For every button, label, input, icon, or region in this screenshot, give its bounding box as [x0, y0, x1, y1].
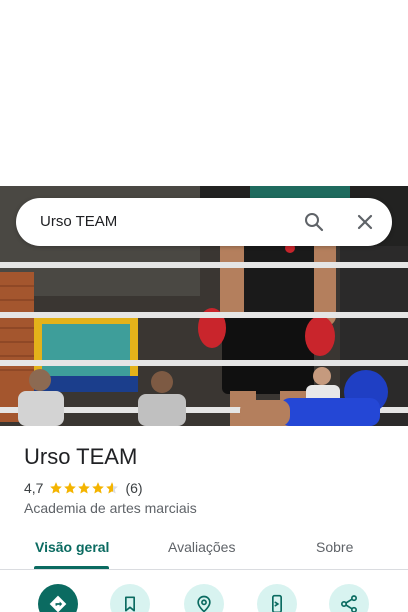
- share-icon: [341, 595, 357, 612]
- directions-icon: [49, 595, 67, 612]
- nearby-button[interactable]: [184, 584, 224, 612]
- place-title: Urso TEAM: [24, 444, 138, 469]
- search-icon[interactable]: [302, 210, 326, 234]
- tab-reviews[interactable]: Avaliações: [168, 539, 235, 555]
- share-button[interactable]: [329, 584, 369, 612]
- star-icon: [50, 482, 63, 494]
- search-input[interactable]: Urso TEAM: [40, 213, 117, 230]
- rating-value: 4,7: [24, 480, 44, 496]
- close-icon[interactable]: [353, 210, 377, 234]
- search-bar[interactable]: Urso TEAM: [16, 198, 392, 246]
- nearby-icon: [197, 595, 211, 612]
- send-to-phone-button[interactable]: [257, 584, 297, 612]
- save-button[interactable]: [110, 584, 150, 612]
- tab-overview[interactable]: Visão geral: [35, 539, 109, 555]
- directions-button[interactable]: [38, 584, 78, 612]
- star-icon: [92, 482, 105, 494]
- rating-row[interactable]: 4,7 (6): [24, 480, 143, 496]
- review-count: (6): [125, 480, 143, 496]
- bookmark-icon: [125, 596, 135, 612]
- star-icon: [78, 482, 91, 494]
- tabs-divider: [0, 569, 408, 570]
- send-to-phone-icon: [272, 594, 282, 612]
- tab-about[interactable]: Sobre: [316, 539, 353, 555]
- star-half-icon: [106, 482, 119, 494]
- blank-header-area: [0, 0, 408, 186]
- star-rating: [49, 481, 119, 495]
- place-category: Academia de artes marciais: [24, 500, 197, 516]
- star-icon: [64, 482, 77, 494]
